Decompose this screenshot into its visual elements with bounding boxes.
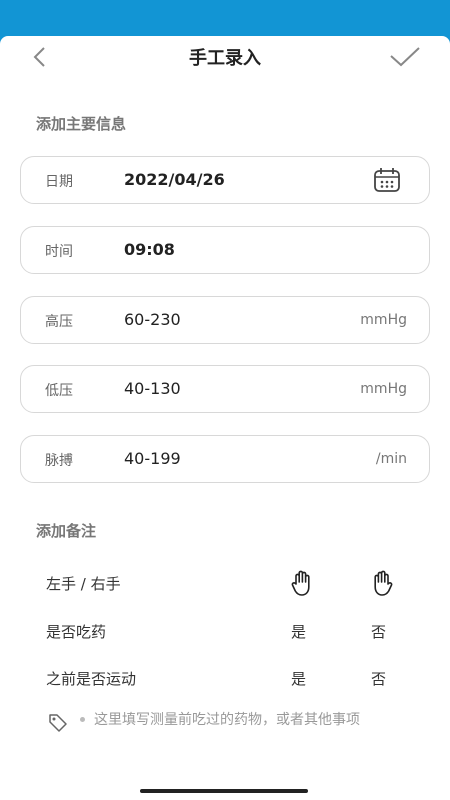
- systolic-unit: mmHg: [360, 312, 407, 328]
- tag-icon: [49, 714, 67, 732]
- exercise-yes-option[interactable]: 是: [291, 668, 306, 689]
- time-field[interactable]: 时间 09:08: [20, 226, 430, 274]
- medicine-label: 是否吃药: [46, 623, 107, 641]
- section-title-notes: 添加备注: [36, 522, 97, 540]
- home-indicator: [140, 789, 308, 793]
- pulse-unit: /min: [375, 451, 407, 467]
- hand-label: 左手 / 右手: [46, 575, 121, 593]
- section-title-main-info: 添加主要信息: [36, 115, 127, 133]
- exercise-row: 之前是否运动 是 否: [46, 664, 406, 694]
- systolic-label: 高压: [45, 314, 73, 330]
- pulse-field[interactable]: 脉搏 40-199 /min: [20, 435, 430, 483]
- time-label: 时间: [45, 244, 73, 260]
- systolic-value: 60-230: [124, 310, 181, 329]
- date-label: 日期: [45, 174, 73, 190]
- right-hand-icon[interactable]: [368, 569, 394, 597]
- date-value: 2022/04/26: [124, 170, 225, 189]
- medicine-row: 是否吃药 是 否: [46, 617, 406, 647]
- pulse-label: 脉搏: [45, 453, 73, 469]
- diastolic-field[interactable]: 低压 40-130 mmHg: [20, 365, 430, 413]
- bullet-dot: [80, 717, 85, 722]
- medicine-yes-option[interactable]: 是: [291, 621, 306, 642]
- header: 手工录入: [0, 36, 450, 78]
- exercise-no-option[interactable]: 否: [371, 668, 386, 689]
- diastolic-value: 40-130: [124, 379, 181, 398]
- left-hand-icon[interactable]: [290, 569, 316, 597]
- medicine-no-option[interactable]: 否: [371, 621, 386, 642]
- hand-row: 左手 / 右手: [46, 569, 406, 599]
- calendar-icon[interactable]: [373, 167, 401, 193]
- page-title: 手工录入: [189, 48, 261, 69]
- date-field[interactable]: 日期 2022/04/26: [20, 156, 430, 204]
- pulse-value: 40-199: [124, 449, 181, 468]
- time-value: 09:08: [124, 240, 175, 259]
- systolic-field[interactable]: 高压 60-230 mmHg: [20, 296, 430, 344]
- diastolic-unit: mmHg: [360, 381, 407, 397]
- checkmark-icon[interactable]: [388, 42, 422, 72]
- exercise-label: 之前是否运动: [46, 670, 137, 688]
- note-placeholder: 这里填写测量前吃过的药物，或者其他事项: [94, 712, 360, 728]
- diastolic-label: 低压: [45, 383, 73, 399]
